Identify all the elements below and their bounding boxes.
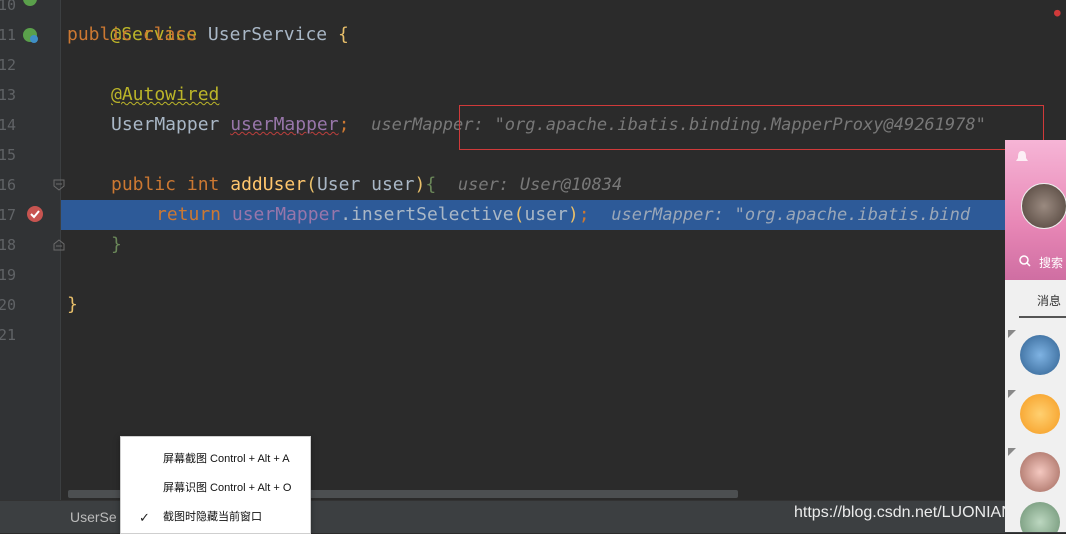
line-number: 17 — [0, 206, 16, 224]
avatar[interactable] — [1020, 452, 1060, 492]
line-number: 10 — [0, 0, 16, 14]
method-call: .insertSelective — [340, 204, 514, 225]
bell-icon[interactable] — [1015, 150, 1029, 164]
spring-bean-icon[interactable] — [22, 0, 38, 8]
profile-header: 搜索 — [1005, 140, 1066, 280]
debug-hint-label: user: — [457, 175, 510, 195]
brace: { — [425, 174, 437, 195]
breakpoint-icon[interactable] — [26, 205, 46, 225]
code-line: public class UserService { — [67, 20, 349, 50]
status-file-label[interactable]: UserSe — [70, 509, 117, 525]
line-number: 19 — [0, 266, 16, 284]
line-number: 12 — [0, 56, 16, 74]
debug-hint-value: "org.apache.ibatis.bind — [734, 205, 971, 225]
debug-hint-value: User@10834 — [519, 175, 623, 195]
field-name: userMapper — [231, 204, 341, 225]
line-number: 16 — [0, 176, 16, 194]
menu-item-screen-capture[interactable]: 屏幕截图 Control + Alt + A — [121, 445, 310, 474]
avatar[interactable] — [1020, 394, 1060, 434]
search-label[interactable]: 搜索 — [1039, 254, 1063, 271]
code-line: @Service — [67, 0, 197, 45]
error-stripe-icon[interactable]: ● — [1054, 6, 1062, 19]
line-number: 21 — [0, 326, 16, 344]
search-icon — [1019, 255, 1031, 267]
argument: user — [524, 204, 568, 225]
code-line: } — [111, 230, 122, 260]
code-line: return userMapper.insertSelective(user);… — [156, 204, 971, 225]
class-name: UserService — [207, 24, 328, 45]
brace: } — [111, 234, 122, 255]
keyword: class — [142, 24, 198, 45]
screenshot-context-menu: 屏幕截图 Control + Alt + A 屏幕识图 Control + Al… — [120, 436, 311, 534]
parameters: User user — [316, 174, 415, 195]
code-line: @Autowired — [111, 80, 219, 110]
keyword: public — [111, 174, 177, 195]
chat-side-panel: 搜索 消息 — [1005, 140, 1066, 532]
menu-item-hide-window[interactable]: ✓ 截图时隐藏当前窗口 — [121, 503, 310, 532]
code-line: } — [67, 290, 78, 320]
highlight-box — [459, 105, 1044, 150]
avatar[interactable] — [1021, 183, 1066, 229]
avatar[interactable] — [1020, 335, 1060, 375]
semicolon: ; — [338, 114, 350, 135]
corner-icon — [1008, 448, 1016, 456]
corner-icon — [1008, 330, 1016, 338]
brace: } — [67, 294, 78, 315]
line-number: 11 — [0, 26, 16, 44]
debug-hint-label: userMapper: — [611, 205, 724, 225]
keyword: public — [67, 24, 133, 45]
type-name: UserMapper — [111, 114, 220, 135]
code-line: public int addUser(User user){ user: Use… — [111, 174, 623, 195]
check-icon: ✓ — [139, 510, 150, 525]
annotation: @Autowired — [111, 84, 220, 105]
line-number: 18 — [0, 236, 16, 254]
semicolon: ; — [578, 204, 590, 225]
line-number: 20 — [0, 296, 16, 314]
method-name: addUser — [230, 174, 307, 195]
code-editor[interactable]: @Service public class UserService { @Aut… — [61, 0, 1066, 500]
spring-bean-icon[interactable] — [22, 27, 40, 45]
tab-messages[interactable]: 消息 — [1037, 292, 1061, 309]
line-number: 13 — [0, 86, 16, 104]
brace: { — [337, 24, 349, 45]
gutter[interactable]: 10 11 12 13 14 15 16 17 18 19 20 21 — [0, 0, 65, 500]
avatar[interactable] — [1020, 502, 1060, 532]
tab-underline — [1019, 316, 1066, 318]
keyword: int — [186, 174, 220, 195]
field-name: userMapper — [230, 114, 339, 135]
menu-item-label: 屏幕截图 Control + Alt + A — [163, 453, 290, 465]
keyword: return — [156, 204, 222, 225]
line-number: 15 — [0, 146, 16, 164]
menu-item-screen-recognize[interactable]: 屏幕识图 Control + Alt + O — [121, 474, 310, 503]
corner-icon — [1008, 390, 1016, 398]
menu-item-label: 截图时隐藏当前窗口 — [163, 511, 262, 523]
menu-item-label: 屏幕识图 Control + Alt + O — [163, 482, 292, 494]
line-number: 14 — [0, 116, 16, 134]
